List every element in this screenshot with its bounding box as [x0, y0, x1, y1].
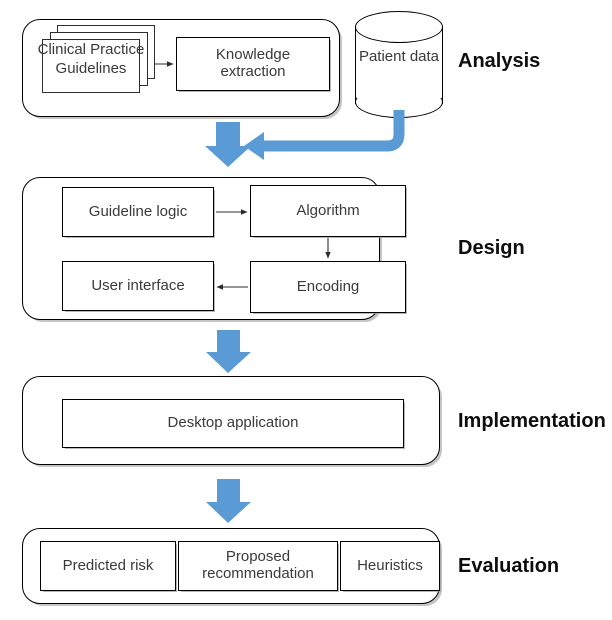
node-label-encoding: Encoding [296, 277, 360, 295]
patient-line-2: data [409, 48, 440, 65]
connector-analysis-to-design-arrow [205, 122, 251, 167]
node-heuristics: Heuristics [340, 541, 440, 591]
document-sheet-front [42, 39, 140, 93]
node-user-interface: User interface [62, 261, 214, 311]
stage-title-evaluation: Evaluation [458, 555, 560, 577]
node-label-heuristics: Heuristics [357, 556, 423, 574]
proposed-line-1: Proposed [225, 548, 291, 566]
node-label-patient-data: Patient data [355, 48, 443, 67]
node-label-algorithm: Algorithm [296, 201, 360, 219]
methodology-flow-diagram: Clinical Practice Guidelines Knowledge e… [0, 0, 612, 620]
node-label-guideline-logic: Guideline logic [88, 202, 188, 220]
node-knowledge-extraction: Knowledge extraction [176, 37, 330, 91]
node-predicted-risk: Predicted risk [40, 541, 176, 591]
node-label-proposed-recommendation: Proposed recommendation [202, 548, 314, 583]
knowledge-line-2: extraction [220, 63, 286, 80]
connector-implementation-to-evaluation-arrow [206, 479, 251, 523]
cylinder-top-ellipse [355, 11, 443, 43]
node-encoding: Encoding [250, 261, 406, 313]
knowledge-line-1: Knowledge [215, 46, 291, 64]
node-label-user-interface: User interface [91, 276, 185, 294]
node-label-knowledge-extraction: Knowledge extraction [215, 46, 291, 81]
node-guideline-logic: Guideline logic [62, 187, 214, 237]
node-proposed-recommendation: Proposed recommendation [178, 541, 338, 591]
node-label-predicted-risk: Predicted risk [62, 556, 154, 574]
node-algorithm: Algorithm [250, 185, 406, 237]
connector-design-to-implementation-arrow [206, 330, 251, 373]
stage-title-analysis: Analysis [458, 50, 541, 72]
node-label-desktop-application: Desktop application [167, 414, 299, 432]
connector-patient-data-elbow-arrow [244, 110, 405, 160]
proposed-line-2: recommendation [202, 565, 314, 582]
stage-title-implementation: Implementation [458, 410, 606, 432]
stage-title-design: Design [458, 237, 525, 259]
patient-line-1: Patient [358, 48, 406, 65]
node-desktop-application: Desktop application [62, 399, 404, 448]
